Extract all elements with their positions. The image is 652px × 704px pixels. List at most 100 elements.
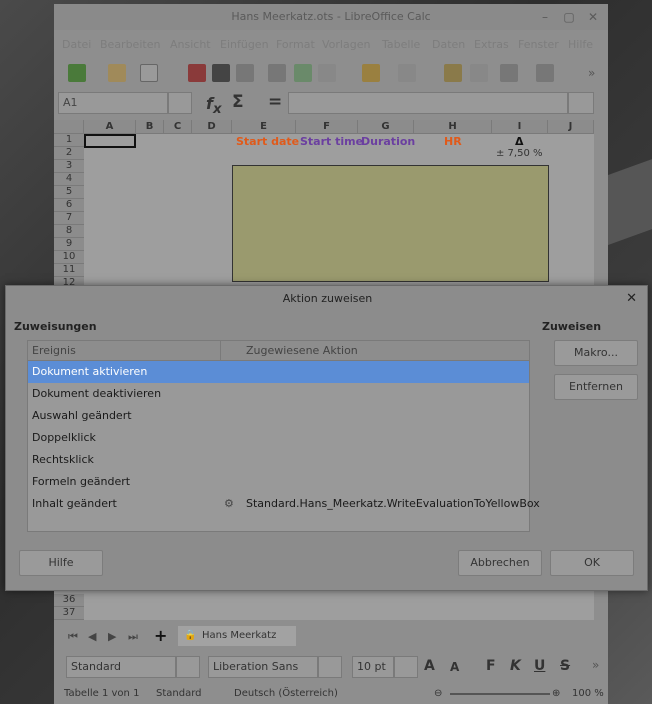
more-tools-icon[interactable]: » xyxy=(588,64,606,82)
column-header[interactable]: F xyxy=(296,120,358,134)
shrink-font-icon[interactable]: A xyxy=(450,660,459,674)
paste-icon[interactable] xyxy=(318,64,336,82)
list-item[interactable]: Doppelklick xyxy=(28,427,529,449)
autocheck-icon[interactable] xyxy=(470,64,488,82)
close-icon[interactable]: ✕ xyxy=(626,291,637,306)
more-format-icon[interactable]: » xyxy=(592,658,599,672)
paragraph-style-combo[interactable]: Standard xyxy=(66,656,176,678)
last-sheet-icon[interactable]: ⏭ xyxy=(128,630,138,644)
new-spreadsheet-icon[interactable] xyxy=(68,64,86,82)
grow-font-icon[interactable]: A xyxy=(424,658,435,674)
menu-bearbeiten[interactable]: Bearbeiten xyxy=(100,34,160,56)
first-sheet-icon[interactable]: ⏮ xyxy=(68,630,78,644)
help-button[interactable]: Hilfe xyxy=(19,550,103,576)
list-item[interactable]: Dokument aktivieren xyxy=(28,361,529,383)
row-header[interactable]: 10 xyxy=(54,251,84,264)
row-header[interactable]: 11 xyxy=(54,264,84,277)
menu-datei[interactable]: Datei xyxy=(62,34,91,56)
zoom-in-icon[interactable]: ⊕ xyxy=(552,684,560,704)
column-event[interactable]: Ereignis xyxy=(32,341,76,361)
row-header[interactable]: 8 xyxy=(54,225,84,238)
column-header[interactable]: C xyxy=(164,120,192,134)
column-header[interactable]: H xyxy=(414,120,492,134)
remove-button[interactable]: Entfernen xyxy=(554,374,638,400)
strikethrough-icon[interactable]: S xyxy=(560,658,570,674)
row-header[interactable]: 2 xyxy=(54,147,84,160)
prev-sheet-icon[interactable]: ◀ xyxy=(88,630,96,643)
export-pdf-icon[interactable] xyxy=(188,64,206,82)
column-header[interactable]: D xyxy=(192,120,232,134)
style-dropdown-icon[interactable] xyxy=(176,656,200,678)
row-icon[interactable] xyxy=(500,64,518,82)
minimize-icon[interactable]: – xyxy=(538,10,552,24)
menu-hilfe[interactable]: Hilfe xyxy=(568,34,593,56)
spellcheck-icon[interactable] xyxy=(444,64,462,82)
maximize-icon[interactable]: ▢ xyxy=(562,10,576,24)
print-icon[interactable] xyxy=(212,64,230,82)
menu-einfuegen[interactable]: Einfügen xyxy=(220,34,269,56)
sum-icon[interactable]: Σ xyxy=(232,92,244,112)
undo-icon[interactable] xyxy=(362,64,380,82)
redo-icon[interactable] xyxy=(398,64,416,82)
list-item[interactable]: Formeln geändert xyxy=(28,471,529,493)
name-box[interactable]: A1 xyxy=(58,92,168,114)
zoom-slider[interactable] xyxy=(450,693,550,695)
function-wizard-icon[interactable]: fx xyxy=(206,94,222,117)
menu-ansicht[interactable]: Ansicht xyxy=(170,34,211,56)
column-header[interactable]: I xyxy=(492,120,548,134)
list-item[interactable]: Auswahl geändert xyxy=(28,405,529,427)
cancel-button[interactable]: Abbrechen xyxy=(458,550,542,576)
row-header[interactable]: 9 xyxy=(54,238,84,251)
font-size-combo[interactable]: 10 pt xyxy=(352,656,394,678)
column-header[interactable]: B xyxy=(136,120,164,134)
column-header[interactable]: G xyxy=(358,120,414,134)
formula-icon[interactable]: = xyxy=(268,92,282,112)
formula-input[interactable] xyxy=(288,92,568,114)
bold-icon[interactable]: F xyxy=(486,658,496,674)
column-header[interactable]: E xyxy=(232,120,296,134)
row-header[interactable]: 7 xyxy=(54,212,84,225)
events-list[interactable]: Ereignis Zugewiesene Aktion Dokument akt… xyxy=(27,340,540,532)
active-cell-a1[interactable] xyxy=(84,134,136,148)
menu-daten[interactable]: Daten xyxy=(432,34,465,56)
add-sheet-icon[interactable]: + xyxy=(154,626,167,645)
menu-vorlagen[interactable]: Vorlagen xyxy=(322,34,370,56)
next-sheet-icon[interactable]: ▶ xyxy=(108,630,116,643)
list-item[interactable]: Inhalt geändert ⚙ Standard.Hans_Meerkatz… xyxy=(28,493,540,515)
status-language[interactable]: Deutsch (Österreich) xyxy=(234,684,338,704)
zoom-out-icon[interactable]: ⊖ xyxy=(434,684,442,704)
ok-button[interactable]: OK xyxy=(550,550,634,576)
list-item[interactable]: Dokument deaktivieren xyxy=(28,383,529,405)
row-header[interactable]: 37 xyxy=(54,607,84,620)
row-header[interactable]: 6 xyxy=(54,199,84,212)
corner-cell[interactable] xyxy=(54,120,84,134)
copy-icon[interactable] xyxy=(294,64,312,82)
row-header[interactable]: 5 xyxy=(54,186,84,199)
column-header[interactable]: J xyxy=(548,120,594,134)
font-name-combo[interactable]: Liberation Sans xyxy=(208,656,318,678)
name-box-dropdown-icon[interactable] xyxy=(168,92,192,114)
row-header[interactable]: 1 xyxy=(54,134,84,147)
menu-tabelle[interactable]: Tabelle xyxy=(382,34,420,56)
underline-icon[interactable]: U xyxy=(534,658,545,674)
column-action[interactable]: Zugewiesene Aktion xyxy=(246,341,358,361)
menu-extras[interactable]: Extras xyxy=(474,34,509,56)
list-item[interactable]: Rechtsklick xyxy=(28,449,529,471)
column-icon[interactable] xyxy=(536,64,554,82)
column-header[interactable]: A xyxy=(84,120,136,134)
close-window-icon[interactable]: ✕ xyxy=(586,10,600,24)
size-dropdown-icon[interactable] xyxy=(394,656,418,678)
zoom-level[interactable]: 100 % xyxy=(572,684,604,704)
save-icon[interactable] xyxy=(140,64,158,82)
print-preview-icon[interactable] xyxy=(236,64,254,82)
font-dropdown-icon[interactable] xyxy=(318,656,342,678)
open-folder-icon[interactable] xyxy=(108,64,126,82)
cut-icon[interactable] xyxy=(268,64,286,82)
row-header[interactable]: 3 xyxy=(54,160,84,173)
sheet-tab[interactable]: 🔒 Hans Meerkatz xyxy=(178,626,296,646)
menu-fenster[interactable]: Fenster xyxy=(518,34,559,56)
italic-icon[interactable]: K xyxy=(510,658,521,674)
row-header[interactable]: 36 xyxy=(54,594,84,607)
row-header[interactable]: 4 xyxy=(54,173,84,186)
macro-button[interactable]: Makro... xyxy=(554,340,638,366)
